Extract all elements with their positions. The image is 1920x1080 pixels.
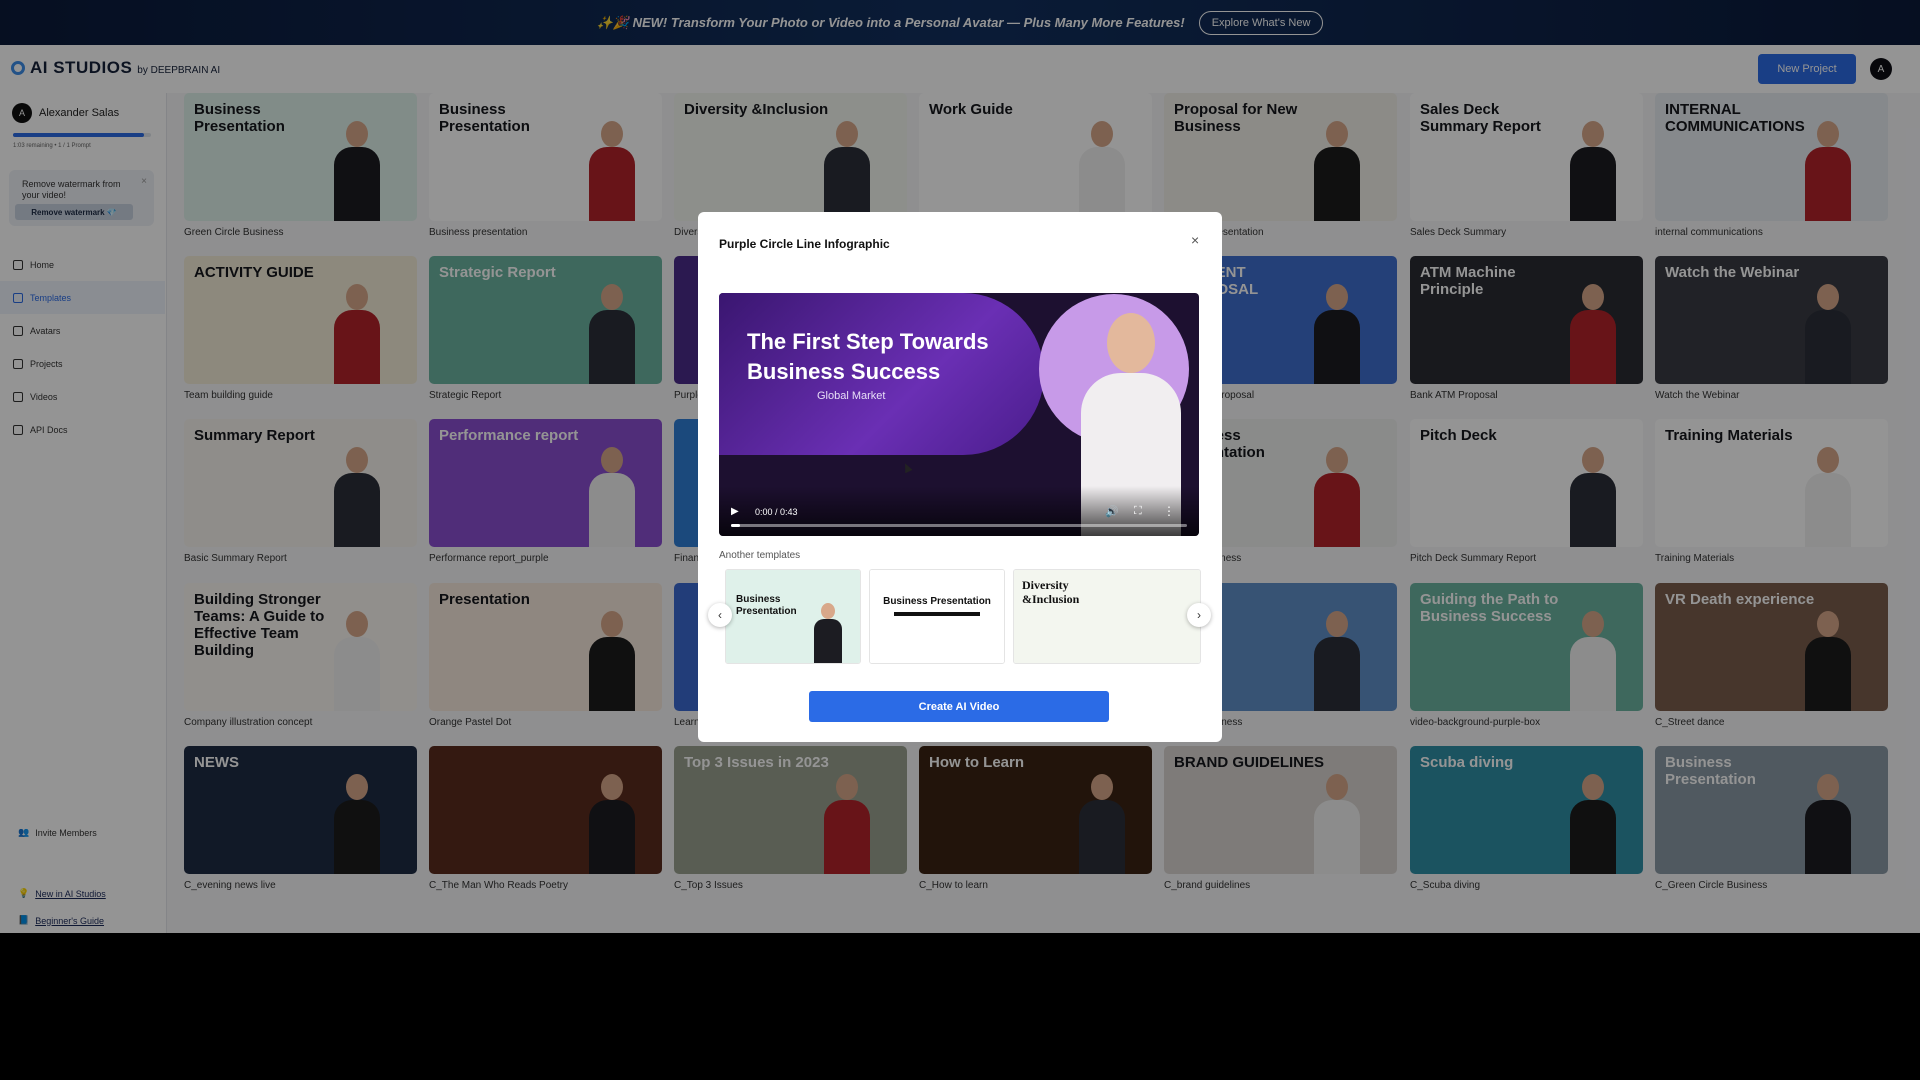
video-time: 0:00 / 0:43 <box>755 507 798 517</box>
carousel-next-button[interactable]: › <box>1187 603 1211 627</box>
carousel-template-item[interactable]: Business Presentation <box>725 569 861 664</box>
video-seek-bar[interactable] <box>731 524 1187 527</box>
video-controls: ▶ 0:00 / 0:43 🔊 ⛶ ⋮ <box>719 486 1199 536</box>
video-player[interactable]: The First Step Towards Business Success … <box>719 293 1199 536</box>
carousel-item-title: Business Presentation <box>883 596 991 607</box>
carousel-template-item[interactable]: Business Presentation <box>869 569 1005 664</box>
carousel-item-title: Business Presentation <box>736 594 797 617</box>
fullscreen-icon[interactable]: ⛶ <box>1134 505 1142 518</box>
app-window: ✨🎉 NEW! Transform Your Photo or Video in… <box>0 0 1920 933</box>
video-headline: The First Step Towards Business Success <box>747 329 989 384</box>
template-preview-modal: Purple Circle Line Infographic × The Fir… <box>698 212 1222 742</box>
volume-icon[interactable]: 🔊 <box>1105 505 1119 518</box>
chevron-left-icon: ‹ <box>718 608 722 622</box>
another-templates-label: Another templates <box>719 550 801 561</box>
create-ai-video-button[interactable]: Create AI Video <box>809 691 1109 722</box>
carousel-template-item[interactable]: Diversity &Inclusion <box>1013 569 1201 664</box>
carousel-thumb <box>870 570 1004 663</box>
carousel-item-title: Diversity &Inclusion <box>1022 578 1080 606</box>
carousel-presenter <box>814 603 842 663</box>
carousel-divider <box>894 612 980 616</box>
modal-title: Purple Circle Line Infographic <box>719 237 890 251</box>
template-carousel: Business Presentation Business Presentat… <box>708 569 1211 664</box>
chevron-right-icon: › <box>1197 608 1201 622</box>
video-subline: Global Market <box>817 390 886 402</box>
carousel-prev-button[interactable]: ‹ <box>708 603 732 627</box>
more-options-icon[interactable]: ⋮ <box>1163 504 1175 518</box>
play-icon[interactable]: ▶ <box>731 506 739 517</box>
close-icon[interactable]: × <box>1191 232 1199 248</box>
video-seek-fill <box>731 524 741 527</box>
presenter-head <box>1107 313 1155 373</box>
